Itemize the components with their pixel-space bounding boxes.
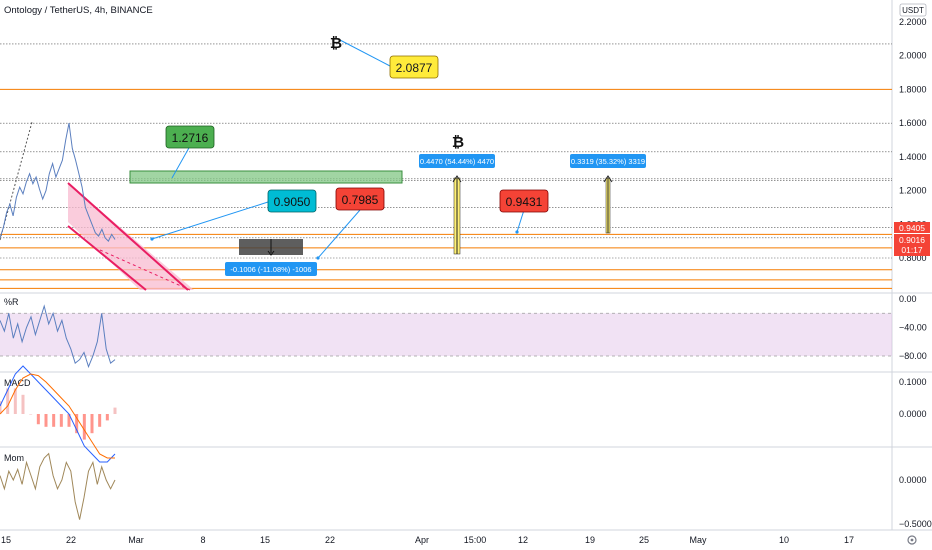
time-tick-label: 17 <box>844 535 854 545</box>
label-2-0877[interactable]: 2.0877 <box>389 55 439 79</box>
bitcoin-icon[interactable]: ₿ <box>330 35 342 52</box>
williams-tick-label: 0.00 <box>899 294 917 304</box>
williams-title: %R <box>4 297 19 307</box>
time-tick-label: 19 <box>585 535 595 545</box>
label-1-2716[interactable]: 1.2716 <box>165 125 215 149</box>
momentum-tick-label: 0.0000 <box>899 475 927 485</box>
label-0-9050[interactable]: 0.9050 <box>267 189 317 213</box>
macd-histogram-bar <box>59 414 63 427</box>
price-tick-label: 1.6000 <box>899 118 927 128</box>
time-tick-label: 10 <box>779 535 789 545</box>
macd-histogram-bar <box>44 414 48 427</box>
macd-histogram-bar <box>113 407 117 414</box>
current-price-text: 0.9405 <box>899 223 925 233</box>
momentum-title: Mom <box>4 453 24 463</box>
connector-dot <box>515 230 519 234</box>
label-0-9431[interactable]: 0.9431 <box>499 189 549 213</box>
macd-histogram-bar <box>105 414 109 421</box>
label-text-0-9431: 0.9431 <box>506 195 543 209</box>
label-0-7985[interactable]: 0.7985 <box>335 187 385 211</box>
price-tick-label: 2.0000 <box>899 51 927 61</box>
measure-label-1[interactable]: 0.4470 (54.44%) 4470 <box>419 154 495 168</box>
macd-histogram-bar <box>82 414 86 440</box>
macd-tick-label: 0.0000 <box>899 409 927 419</box>
measure-text-2: 0.3319 (35.32%) 3319 <box>571 157 645 166</box>
time-tick-label: 22 <box>325 535 335 545</box>
countdown-text: 01:17 <box>901 245 923 255</box>
williams-tick-label: −80.00 <box>899 351 927 361</box>
currency-label: USDT <box>902 6 924 15</box>
measure-text-3: -0.1006 (-11.08%) -1006 <box>230 265 311 274</box>
time-tick-label: May <box>689 535 707 545</box>
macd-histogram-bar <box>29 414 33 415</box>
price-tick-label: 1.4000 <box>899 152 927 162</box>
macd-histogram-bar <box>21 394 25 414</box>
time-tick-label: 15 <box>260 535 270 545</box>
measure-text-1: 0.4470 (54.44%) 4470 <box>420 157 494 166</box>
momentum-tick-label: −0.5000 <box>899 519 932 529</box>
last-price-text: 0.9016 <box>899 235 925 245</box>
connector-dot <box>316 256 320 260</box>
time-tick-label: Mar <box>128 535 144 545</box>
time-tick-label: 8 <box>200 535 205 545</box>
price-tick-label: 1.2000 <box>899 186 927 196</box>
williams-tick-label: −40.00 <box>899 323 927 333</box>
connector-dot <box>150 237 154 241</box>
macd-tick-label: 0.1000 <box>899 377 927 387</box>
price-tick-label: 1.8000 <box>899 84 927 94</box>
chart-title: Ontology / TetherUS, 4h, BINANCE <box>4 5 153 16</box>
macd-histogram-bar <box>36 414 40 425</box>
price-tick-label: 2.2000 <box>899 17 927 27</box>
tradingview-chart[interactable]: Ontology / TetherUS, 4h, BINANCE USDT 2.… <box>0 0 932 550</box>
green-zone-box[interactable] <box>129 170 403 184</box>
time-tick-label: 12 <box>518 535 528 545</box>
label-text-2-0877: 2.0877 <box>396 61 433 75</box>
macd-histogram-bar <box>98 414 102 427</box>
williams-band <box>0 313 892 356</box>
label-text-1-2716: 1.2716 <box>172 131 209 145</box>
time-tick-label: 15:00 <box>464 535 487 545</box>
measure-label-2[interactable]: 0.3319 (35.32%) 3319 <box>570 154 646 168</box>
measure-label-3[interactable]: -0.1006 (-11.08%) -1006 <box>225 262 317 276</box>
time-tick-label: Apr <box>415 535 429 545</box>
bitcoin-icon[interactable]: ₿ <box>452 134 464 151</box>
label-text-0-7985: 0.7985 <box>342 193 379 207</box>
macd-histogram-bar <box>90 414 94 434</box>
macd-histogram-bar <box>52 414 56 427</box>
label-text-0-9050: 0.9050 <box>274 195 311 209</box>
time-tick-label: 15 <box>1 535 11 545</box>
time-tick-label: 25 <box>639 535 649 545</box>
time-tick-label: 22 <box>66 535 76 545</box>
